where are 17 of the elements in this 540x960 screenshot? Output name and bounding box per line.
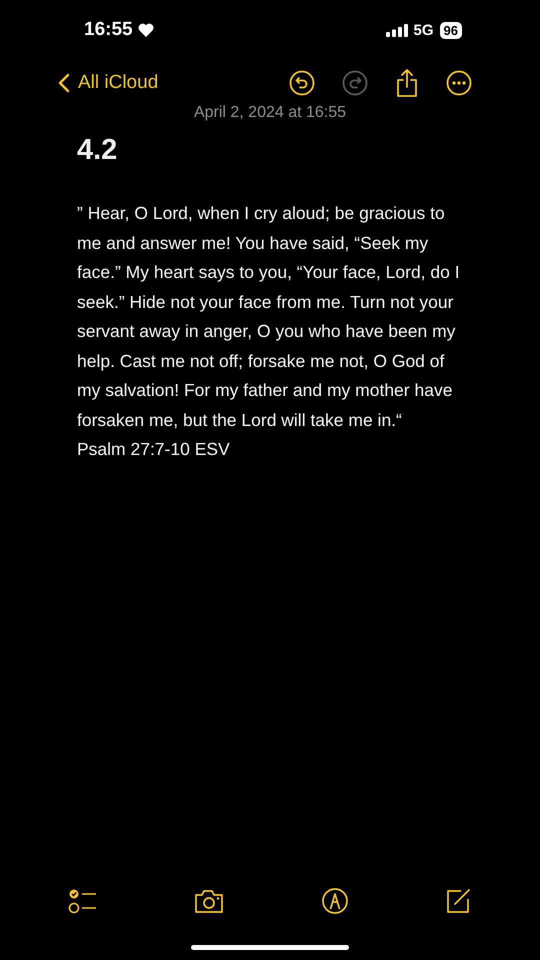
undo-icon[interactable] (289, 70, 315, 96)
back-button[interactable]: All iCloud (58, 72, 158, 94)
note-date: April 2, 2024 at 16:55 (192, 104, 348, 122)
battery-level: 96 (440, 22, 462, 38)
signal-icon (386, 24, 408, 36)
checklist-icon[interactable] (68, 888, 98, 914)
network-label: 5G (414, 22, 434, 38)
chevron-left-icon (58, 73, 70, 93)
share-icon[interactable] (395, 68, 419, 98)
note-paragraph: Psalm 27:7-10 ESV (77, 438, 231, 461)
pen-icon[interactable] (320, 887, 349, 915)
note-title: 4.2 (76, 133, 118, 167)
more-icon[interactable] (446, 70, 472, 96)
camera-icon[interactable] (193, 888, 226, 914)
note-paragraph: ” Hear, O Lord, when I cry aloud; be gracious to me and answer me! You have said, “Seek my face.” My heart says to you, “Your face, Lord, do I seek.” Hide not your face from me. Turn not your servant away in anger, O you who have been my help. Cast me not off; forsake me not, O God of my salvation! For my father and my mother have forsaken me, but the Lord will take me in.“ (77, 202, 461, 432)
clock-time: 16:55 (84, 19, 133, 41)
heart-icon (138, 23, 154, 37)
